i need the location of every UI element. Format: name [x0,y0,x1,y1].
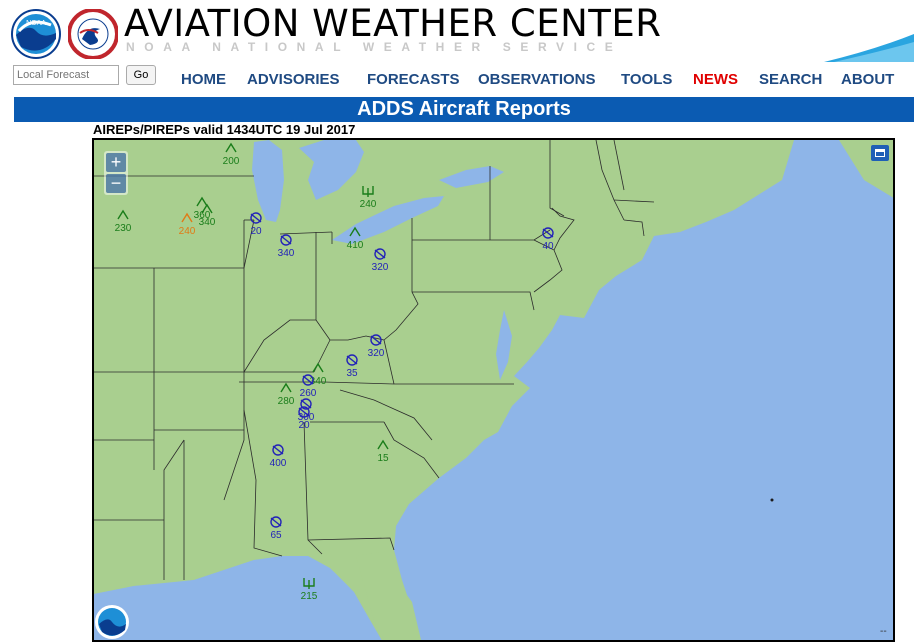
valid-time-caption: AIREPs/PIREPs valid 1434UTC 19 Jul 2017 [93,122,356,137]
noaa-logo-text: NOAA [26,20,46,27]
zoom-in-button[interactable]: + [106,153,126,172]
site-header: NOAA AVIATION WEATHER CENTER NOAA NATION… [0,0,914,62]
zoom-out-button[interactable]: − [106,174,126,193]
report-altitude-label: 20 [298,420,310,431]
page-title-bar: ADDS Aircraft Reports [14,97,914,122]
aircraft-reports-map[interactable]: 200 230 240 360 340 20 340 240 410 320 40 320 35 340 2… [92,138,895,642]
land-area [94,140,893,640]
report-altitude-label: 20 [250,226,262,237]
expand-map-icon[interactable] [871,145,889,161]
pirep-report-icon[interactable] [224,141,238,155]
icing-report-icon[interactable] [271,443,285,457]
pirep-report-icon[interactable] [180,211,194,225]
icing-report-icon[interactable] [373,247,387,261]
report-altitude-label: 280 [277,396,295,407]
turbulence-report-icon[interactable] [361,184,375,198]
icing-report-icon[interactable] [249,211,263,225]
nws-logo[interactable] [68,9,118,59]
go-button[interactable]: Go [126,65,156,85]
report-altitude-label: 400 [269,458,287,469]
report-altitude-label: 200 [222,156,240,167]
report-altitude-label: 410 [346,240,364,251]
icing-report-icon[interactable] [541,226,555,240]
site-title: AVIATION WEATHER CENTER [124,2,662,45]
nav-home[interactable]: HOME [181,71,226,88]
local-forecast-input[interactable] [13,65,119,85]
pirep-report-icon[interactable] [200,202,214,216]
report-altitude-label: 320 [367,348,385,359]
header-swoosh-graphic [824,34,914,62]
icing-report-icon[interactable] [369,333,383,347]
report-altitude-label: 230 [114,223,132,234]
icing-report-icon[interactable] [269,515,283,529]
pirep-report-icon[interactable] [279,381,293,395]
basemap [94,140,893,640]
nav-about[interactable]: ABOUT [841,71,894,88]
icing-report-icon[interactable] [345,353,359,367]
report-altitude-label: 240 [359,199,377,210]
report-altitude-label: 65 [270,530,282,541]
pirep-report-icon[interactable] [376,438,390,452]
noaa-badge [95,605,129,639]
report-altitude-label: 15 [377,453,389,464]
report-altitude-label: 215 [300,591,318,602]
nav-advisories[interactable]: ADVISORIES [247,71,340,88]
nav-news[interactable]: NEWS [693,71,738,88]
report-altitude-label: 40 [542,241,554,252]
site-subtitle: NOAA NATIONAL WEATHER SERVICE [126,40,623,54]
report-altitude-label: 340 [198,217,216,228]
icing-report-icon[interactable] [279,233,293,247]
report-altitude-label: 35 [346,368,358,379]
pirep-report-icon[interactable] [116,208,130,222]
nav-tools[interactable]: TOOLS [621,71,672,88]
report-altitude-label: 340 [277,248,295,259]
report-altitude-label: 320 [371,262,389,273]
noaa-logo[interactable]: NOAA [11,9,61,59]
icing-report-icon[interactable] [301,373,315,387]
pirep-report-icon[interactable] [348,225,362,239]
map-attribution: -- [880,626,887,637]
icing-report-icon[interactable] [297,405,311,419]
nav-forecasts[interactable]: FORECASTS [367,71,460,88]
turbulence-report-icon[interactable] [302,576,316,590]
nav-search[interactable]: SEARCH [759,71,822,88]
report-altitude-label: 240 [178,226,196,237]
nav-observations[interactable]: OBSERVATIONS [478,71,596,88]
